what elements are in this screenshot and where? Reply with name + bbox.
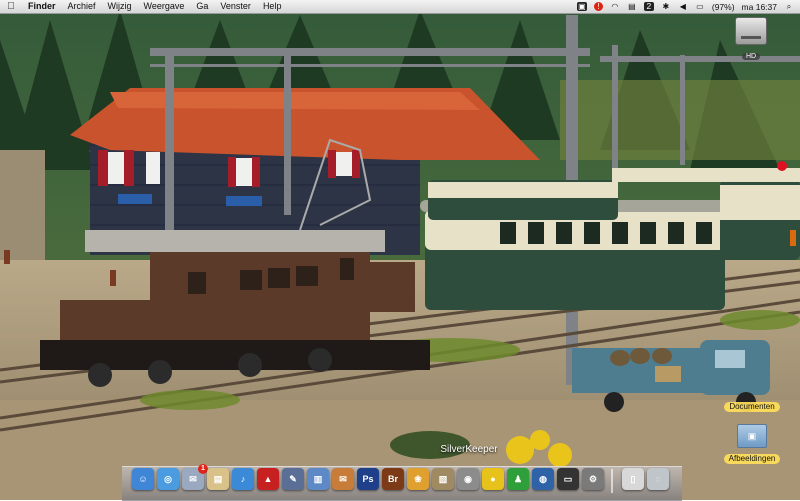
- hard-drive-label: HD: [741, 53, 761, 60]
- dock-ical-icon[interactable]: ▤: [207, 468, 229, 490]
- spaces-icon[interactable]: ▤: [627, 2, 637, 11]
- input-menu-indicator[interactable]: 2: [643, 2, 654, 11]
- menu-wijzig[interactable]: Wijzig: [102, 0, 138, 13]
- menu-archief[interactable]: Archief: [62, 0, 102, 13]
- dock-tooltip: SilverKeeper: [440, 444, 498, 455]
- wifi-icon[interactable]: ◠: [610, 2, 620, 11]
- bluetooth-icon[interactable]: ✱: [661, 2, 671, 11]
- documents-desktop-item[interactable]: Documenten: [720, 396, 784, 414]
- dock-photoshop-icon[interactable]: Ps: [357, 468, 379, 490]
- menu-finder[interactable]: Finder: [22, 0, 62, 13]
- documents-label: Documenten: [724, 402, 780, 412]
- hard-drive-graphic: [735, 17, 767, 45]
- menu-ga[interactable]: Ga: [190, 0, 214, 13]
- dock-globe-app-icon[interactable]: ◍: [532, 468, 554, 490]
- dock-separator: [611, 469, 613, 493]
- pictures-label: Afbeeldingen: [723, 454, 781, 464]
- signal-light: [777, 161, 787, 171]
- dock-bridge-icon[interactable]: Br: [382, 468, 404, 490]
- spotlight-icon[interactable]: ⌕: [784, 2, 794, 11]
- dock: ☺ ◎ ✉ 1 ▤ ♪ ▲ ✎ ▥ ✉ Ps Br ❀ ▧ ◉ ● ♟ ◍ ▭ ⚙ ▯ ◌: [132, 464, 669, 495]
- dock-preview-icon[interactable]: ▧: [432, 468, 454, 490]
- dock-mail-stamp-icon[interactable]: ✉: [332, 468, 354, 490]
- menu-bar:  Finder Archief Wijzig Weergave Ga Vens…: [0, 0, 800, 14]
- battery-icon[interactable]: ▭: [695, 2, 705, 11]
- dock-documents-stack-icon[interactable]: ▯: [622, 468, 644, 490]
- volume-icon[interactable]: ◀: [678, 2, 688, 11]
- dock-safari-icon[interactable]: ◎: [157, 468, 179, 490]
- alert-icon[interactable]: !: [593, 2, 603, 11]
- dock-system-preferences-icon[interactable]: ⚙: [582, 468, 604, 490]
- menu-weergave[interactable]: Weergave: [138, 0, 191, 13]
- dock-iphoto-icon[interactable]: ❀: [407, 468, 429, 490]
- menu-clock[interactable]: ma 16:37: [742, 2, 777, 12]
- dock-mail-icon[interactable]: ✉ 1: [182, 464, 208, 490]
- pictures-folder-icon: ▣: [737, 424, 767, 448]
- dock-chart-app-icon[interactable]: ▥: [307, 468, 329, 490]
- pictures-desktop-item[interactable]: ▣ Afbeeldingen: [718, 424, 786, 466]
- dock-disk-utility-icon[interactable]: ◉: [457, 468, 479, 490]
- dock-red-app-icon[interactable]: ▲: [257, 468, 279, 490]
- dock-trash-icon[interactable]: ◌: [647, 468, 669, 490]
- dock-finder-icon[interactable]: ☺: [132, 468, 154, 490]
- menu-extras: ▣ ! ◠ ▤ 2 ✱ ◀ ▭ (97%) ma 16:37 ⌕: [576, 2, 800, 12]
- scripts-icon[interactable]: ▣: [576, 2, 587, 11]
- battery-percentage[interactable]: (97%): [712, 2, 735, 12]
- desktop-wallpaper: [0, 0, 800, 500]
- menu-help[interactable]: Help: [257, 0, 288, 13]
- apple-menu-icon[interactable]: : [0, 1, 22, 12]
- hard-drive-icon[interactable]: HD: [733, 17, 769, 63]
- dock-terminal-icon[interactable]: ▭: [557, 468, 579, 490]
- dock-green-app-icon[interactable]: ♟: [507, 468, 529, 490]
- dock-itunes-icon[interactable]: ♪: [232, 468, 254, 490]
- dock-silverkeeper-icon[interactable]: ●: [482, 468, 504, 490]
- menu-venster[interactable]: Venster: [214, 0, 257, 13]
- dock-pen-app-icon[interactable]: ✎: [282, 468, 304, 490]
